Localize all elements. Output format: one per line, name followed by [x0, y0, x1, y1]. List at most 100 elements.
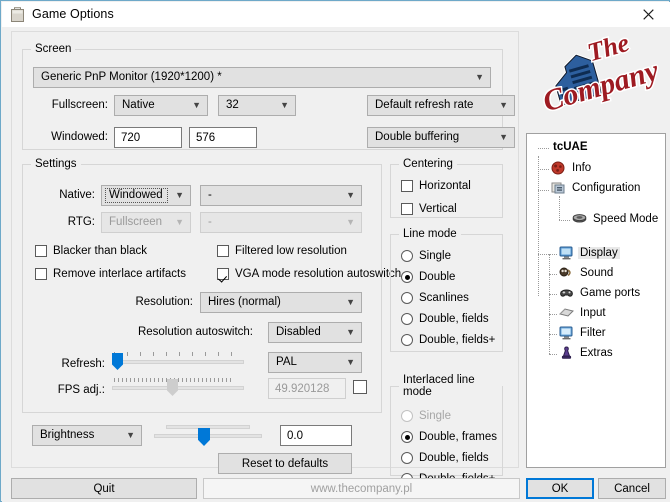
radio-interlaced-double-frames[interactable]: Double, frames [401, 431, 497, 443]
checkbox-remove-interlace-artifacts[interactable]: Remove interlace artifacts [35, 268, 186, 280]
tree-item-tcuae[interactable]: tcUAE [551, 141, 590, 153]
radio-dot [401, 313, 413, 325]
refresh-slider-thumb[interactable] [112, 353, 123, 370]
native-select[interactable]: Windowed ▼ [101, 185, 191, 206]
radio-dot [401, 271, 413, 283]
refresh-mode-value: PAL [276, 356, 297, 368]
fps-slider-ticks [112, 378, 244, 382]
buffering-select[interactable]: Double buffering ▼ [367, 127, 515, 148]
quit-button[interactable]: Quit [11, 478, 197, 499]
adjustment-slider[interactable] [154, 424, 262, 446]
resolution-label: Resolution: [135, 296, 193, 308]
buffering-value: Double buffering [375, 131, 460, 143]
configuration-icon [551, 181, 566, 195]
checkbox-blacker-than-black[interactable]: Blacker than black [35, 245, 147, 257]
adjustment-slider-thumb[interactable] [198, 428, 210, 446]
fullscreen-mode-select[interactable]: Native ▼ [114, 95, 208, 116]
footer-bar: Quit www.thecompany.pl OK Cancel [2, 470, 670, 502]
ok-button[interactable]: OK [526, 478, 594, 499]
tree-item-label: Info [572, 162, 592, 174]
radio-label: Single [419, 250, 451, 262]
checkbox-centering-horizontal[interactable]: Horizontal [401, 180, 471, 192]
windowed-width-input[interactable] [114, 127, 182, 148]
fullscreen-depth-select[interactable]: 32 ▼ [218, 95, 296, 116]
settings-group-legend: Settings [35, 158, 77, 170]
fps-value-input[interactable] [268, 378, 346, 399]
website-label: www.thecompany.pl [310, 482, 413, 495]
fps-slider[interactable] [112, 378, 244, 396]
tree-line [538, 148, 549, 149]
resolution-select[interactable]: Hires (normal) ▼ [200, 292, 362, 313]
chevron-down-icon: ▼ [499, 132, 508, 142]
refresh-slider-ticks [112, 352, 244, 356]
tree-item-configuration[interactable]: Configuration [551, 181, 642, 195]
chevron-down-icon: ▼ [126, 430, 135, 440]
centering-group: Centering Horizontal Vertical [390, 158, 503, 218]
tree-line [538, 254, 549, 255]
refresh-slider-track [112, 360, 244, 364]
radio-interlaced-double-fields[interactable]: Double, fields [401, 452, 489, 464]
screen-group: Screen Generic PnP Monitor (1920*1200) *… [22, 43, 515, 150]
checkbox-box [35, 245, 47, 257]
tree-item-label: Game ports [580, 287, 641, 299]
adjustment-select[interactable]: Brightness ▼ [32, 425, 142, 446]
tree-item-info[interactable]: Info [551, 161, 593, 175]
fps-label: FPS adj.: [57, 384, 105, 396]
navigation-tree[interactable]: tcUAE Info Configuration Speed Mode Disp… [526, 133, 666, 468]
radio-line-mode-double-fields[interactable]: Double, fields [401, 313, 489, 325]
tree-item-speed-mode[interactable]: Speed Mode [572, 212, 660, 226]
website-link[interactable]: www.thecompany.pl [203, 478, 520, 499]
line-mode-group-legend: Line mode [403, 228, 457, 240]
tree-item-input[interactable]: Input [559, 306, 608, 320]
radio-label: Double, fields [419, 313, 489, 325]
company-logo: The Company [524, 31, 666, 130]
refresh-rate-select[interactable]: Default refresh rate ▼ [367, 95, 515, 116]
checkbox-vga-mode-resolution-autoswitch[interactable]: VGA mode resolution autoswitch [217, 268, 401, 280]
resolution-autoswitch-label: Resolution autoswitch: [137, 326, 253, 338]
tree-line [538, 169, 549, 170]
close-button[interactable] [626, 2, 670, 27]
checkbox-box [217, 268, 229, 280]
radio-label: Double, fields [419, 452, 489, 464]
rtg-value: Fullscreen [109, 216, 163, 228]
tree-item-label: tcUAE [553, 141, 588, 153]
adjustment-value-input[interactable] [280, 425, 352, 446]
chevron-down-icon: ▼ [475, 72, 484, 82]
radio-line-mode-double[interactable]: Double [401, 271, 455, 283]
checkbox-centering-vertical[interactable]: Vertical [401, 203, 457, 215]
checkbox-box [217, 245, 229, 257]
tree-item-sound[interactable]: Sound [559, 266, 615, 280]
tree-item-filter[interactable]: Filter [559, 326, 608, 340]
monitor-select[interactable]: Generic PnP Monitor (1920*1200) * ▼ [33, 67, 491, 88]
resolution-autoswitch-value: Disabled [276, 326, 321, 338]
tree-line [549, 334, 557, 335]
tree-item-label: Display [578, 247, 620, 259]
tree-line [559, 220, 570, 221]
radio-line-mode-single[interactable]: Single [401, 250, 451, 262]
focus-outline [105, 188, 168, 203]
refresh-slider[interactable] [112, 352, 244, 370]
windowed-height-input[interactable] [189, 127, 257, 148]
cancel-button[interactable]: Cancel [598, 478, 666, 499]
tree-item-display[interactable]: Display [559, 246, 620, 260]
checkbox-filtered-low-resolution[interactable]: Filtered low resolution [217, 245, 347, 257]
native-extra-value: - [208, 189, 212, 201]
fullscreen-mode-value: Native [122, 99, 155, 111]
centering-group-legend: Centering [403, 158, 453, 170]
checkbox-label: Vertical [419, 203, 457, 215]
tree-item-game-ports[interactable]: Game ports [559, 286, 642, 300]
radio-label: Single [419, 410, 451, 422]
native-extra-select[interactable]: - ▼ [200, 185, 362, 206]
rtg-select: Fullscreen ▼ [101, 212, 191, 233]
radio-dot [401, 452, 413, 464]
fps-slider-thumb[interactable] [167, 379, 178, 396]
window-title: Game Options [32, 7, 114, 21]
resolution-autoswitch-select[interactable]: Disabled ▼ [268, 322, 362, 343]
refresh-mode-select[interactable]: PAL ▼ [268, 352, 362, 373]
radio-line-mode-scanlines[interactable]: Scanlines [401, 292, 469, 304]
refresh-label: Refresh: [61, 358, 105, 370]
tree-item-extras[interactable]: Extras [559, 346, 615, 360]
tree-item-label: Configuration [572, 182, 641, 194]
checkbox-fps-adjust[interactable] [353, 380, 367, 394]
radio-line-mode-double-fields-plus[interactable]: Double, fields+ [401, 334, 495, 346]
